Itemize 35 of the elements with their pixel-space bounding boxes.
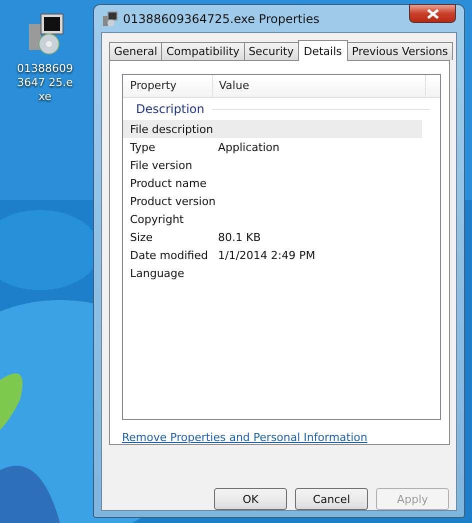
tab[interactable]: General: [109, 42, 162, 60]
installer-icon: [102, 10, 118, 26]
dialog-button[interactable]: Cancel: [295, 488, 368, 510]
list-row[interactable]: Date modified 1/1/2014 2:49 PM: [123, 246, 422, 264]
list-row[interactable]: File description: [123, 120, 422, 138]
property-name: File version: [129, 158, 194, 172]
tab[interactable]: Details: [298, 40, 348, 61]
tab[interactable]: Security: [244, 42, 299, 60]
dialog-button[interactable]: OK: [214, 488, 287, 510]
list-row[interactable]: Copyright: [123, 210, 422, 228]
property-value: 1/1/2014 2:49 PM: [217, 248, 316, 262]
list-row[interactable]: Size 80.1 KB: [123, 228, 422, 246]
close-icon: [426, 8, 438, 18]
property-name: Language: [129, 266, 186, 280]
property-name: File description: [129, 122, 212, 136]
list-row[interactable]: Product name: [123, 174, 422, 192]
tab[interactable]: Compatibility: [161, 42, 245, 60]
column-header[interactable]: Property: [123, 75, 213, 97]
property-value: 80.1 KB: [217, 230, 261, 244]
remove-properties-link[interactable]: Remove Properties and Personal Information: [122, 431, 368, 444]
list-row[interactable]: File version: [123, 156, 422, 174]
list-row[interactable]: Product version: [123, 192, 422, 210]
property-value: Application: [217, 140, 280, 154]
property-name: Type: [129, 140, 156, 154]
property-name: Copyright: [129, 212, 185, 226]
tab[interactable]: Previous Versions: [346, 42, 454, 60]
property-name: Size: [129, 230, 154, 244]
list-row[interactable]: Language: [123, 264, 422, 282]
property-name: Product name: [129, 176, 208, 190]
window-title: 01388609364725.exe Properties: [123, 12, 320, 26]
group-header: Description: [136, 102, 204, 116]
column-header[interactable]: Value: [213, 75, 426, 97]
property-name: Date modified: [129, 248, 209, 262]
close-button[interactable]: [409, 4, 456, 23]
list-row[interactable]: Type Application: [123, 138, 422, 156]
